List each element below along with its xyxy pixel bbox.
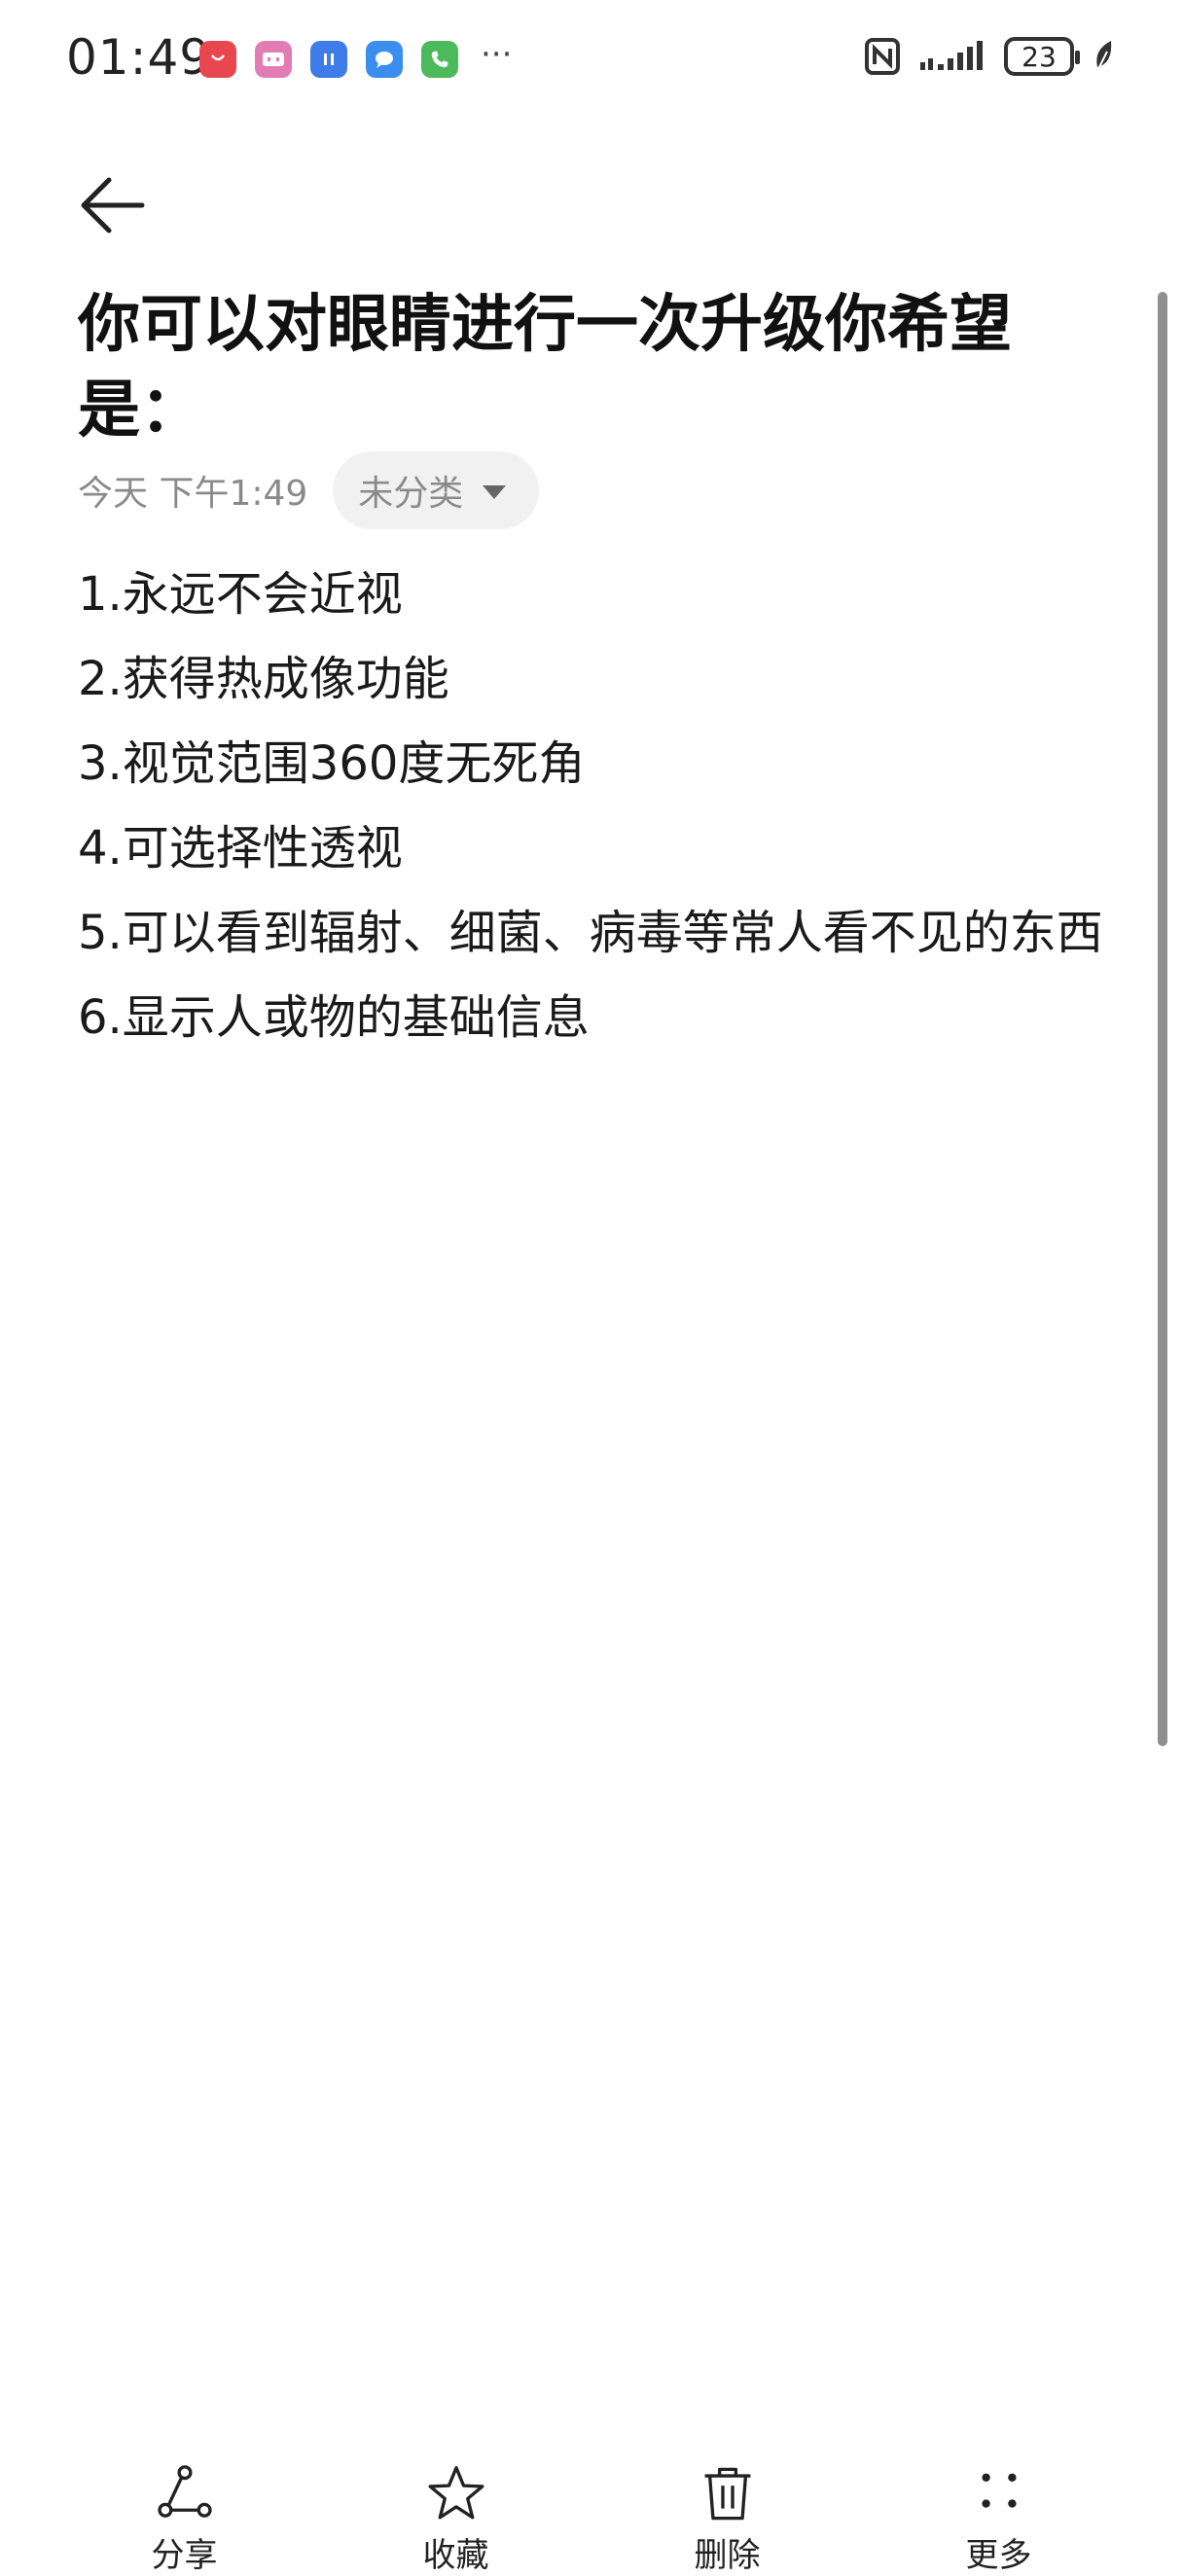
note-line: 1.永远不会近视 [78, 567, 403, 622]
star-icon [428, 2466, 484, 2520]
caret-down-icon [483, 485, 507, 499]
bottom-toolbar: 分享 收藏 删除 更多 [0, 2461, 1183, 2576]
category-label: 未分类 [358, 474, 464, 514]
note-line: 5.可以看到辐射、细菌、病毒等常人看不见的东西 [78, 906, 1103, 960]
note-line: 6.显示人或物的基础信息 [78, 990, 590, 1045]
share-icon [157, 2465, 212, 2518]
share-button[interactable]: 分享 [97, 2461, 272, 2576]
note-line: 3.视觉范围360度无死角 [78, 736, 586, 791]
status-time: 01:49 [66, 29, 212, 86]
delete-button[interactable]: 删除 [640, 2461, 815, 2576]
more-button[interactable]: 更多 [912, 2461, 1087, 2576]
favorite-label: 收藏 [422, 2536, 489, 2575]
delete-label: 删除 [694, 2536, 761, 2575]
note-line: 4.可选择性透视 [78, 821, 403, 876]
scrollbar[interactable] [1158, 292, 1167, 1746]
app-icon-blue [310, 41, 347, 78]
messages-icon [366, 41, 403, 78]
more-dots-icon [981, 2473, 1017, 2508]
more-label: 更多 [965, 2536, 1032, 2575]
status-bar: 01:49 ··· 23 [0, 0, 1183, 117]
category-selector[interactable]: 未分类 [333, 451, 540, 529]
notification-icons: ··· [199, 35, 512, 78]
huawei-appgallery-icon [199, 41, 236, 78]
favorite-button[interactable]: 收藏 [369, 2461, 544, 2576]
eco-leaf-icon [1096, 41, 1112, 72]
back-button[interactable] [78, 170, 148, 240]
note-body[interactable]: 1.永远不会近视 2.获得热成像功能 3.视觉范围360度无死角 4.可选择性透… [78, 553, 1109, 1060]
arrow-left-icon [81, 177, 145, 233]
more-notifications-icon: ··· [481, 35, 513, 74]
status-indicators: 23 [864, 37, 1117, 76]
note-meta: 今天 下午1:49 未分类 [78, 451, 540, 529]
note-line: 2.获得热成像功能 [78, 652, 449, 706]
share-label: 分享 [151, 2536, 218, 2575]
trash-icon [704, 2467, 750, 2521]
signal-icon [920, 41, 983, 70]
phone-icon [421, 41, 458, 78]
bilibili-icon [255, 41, 292, 78]
nfc-icon [865, 38, 900, 75]
note-date: 今天 下午1:49 [78, 474, 308, 514]
battery-level: 23 [1022, 40, 1057, 73]
note-title[interactable]: 你可以对眼睛进行一次升级你希望是： [78, 282, 1051, 453]
battery-icon: 23 [1004, 37, 1080, 76]
